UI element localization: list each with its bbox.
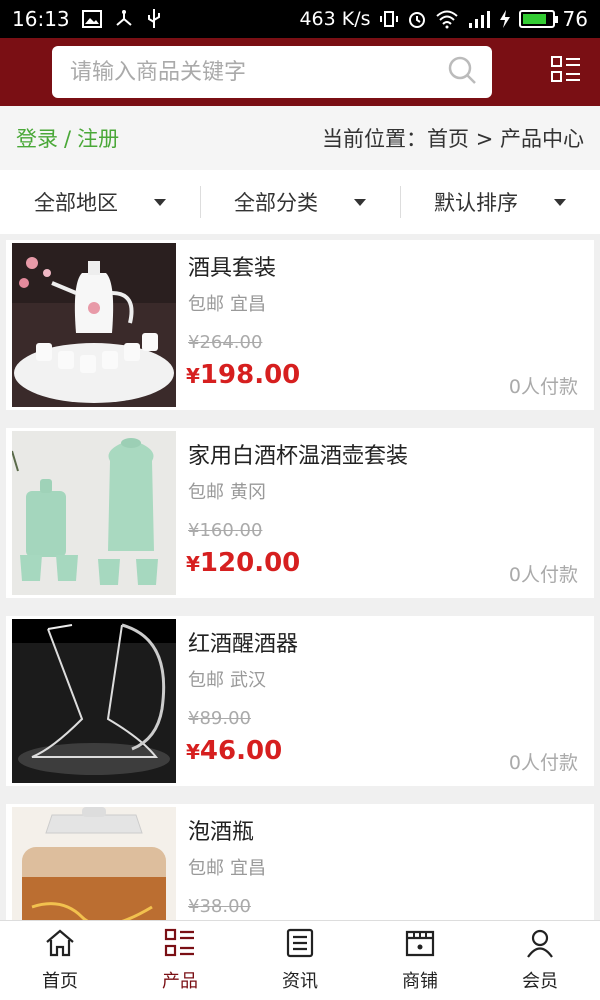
product-meta: 包邮 宜昌 <box>188 854 580 880</box>
product-info: 泡酒瓶 包邮 宜昌 ¥38.00 <box>176 804 594 920</box>
paid-count: 0人付款 <box>508 564 578 586</box>
tab-products[interactable]: 产品 <box>120 921 240 1000</box>
header <box>0 38 600 106</box>
product-item[interactable]: 酒具套装 包邮 宜昌 ¥264.00 ¥198.00 0人付款 <box>6 240 594 410</box>
menu-grid-icon <box>550 55 582 89</box>
wifi-icon <box>435 9 459 29</box>
auth-links: 登录 / 注册 <box>16 123 119 153</box>
shipping-tag: 包邮 <box>188 482 224 503</box>
tab-stores[interactable]: 商铺 <box>360 921 480 1000</box>
shipping-tag: 包邮 <box>188 858 224 879</box>
image-icon <box>81 10 102 28</box>
tab-label: 产品 <box>162 971 198 992</box>
currency-symbol: ¥ <box>186 364 200 388</box>
tab-label: 首页 <box>42 971 78 992</box>
product-title[interactable]: 酒具套装 <box>188 254 580 284</box>
shipping-tag: 包邮 <box>188 670 224 691</box>
sale-price: ¥120.00 <box>186 548 300 578</box>
product-info: 家用白酒杯温酒壶套装 包邮 黄冈 ¥160.00 ¥120.00 0人付款 <box>176 428 594 598</box>
share-icon <box>114 9 134 29</box>
product-info: 红酒醒酒器 包邮 武汉 ¥89.00 ¥46.00 0人付款 <box>176 616 594 786</box>
user-icon <box>525 928 555 963</box>
auth-separator: / <box>64 127 72 151</box>
tab-member[interactable]: 会员 <box>480 921 600 1000</box>
product-image-warming-set[interactable] <box>12 431 176 595</box>
net-speed: 463 K/s <box>299 8 371 30</box>
product-title[interactable]: 红酒醒酒器 <box>188 630 580 660</box>
tab-label: 资讯 <box>282 971 318 992</box>
usb-icon <box>146 8 162 30</box>
search-box[interactable] <box>52 46 492 98</box>
signal-4g-icon <box>467 9 491 29</box>
shipping-tag: 包邮 <box>188 294 224 315</box>
sale-price: ¥46.00 <box>186 736 282 766</box>
product-title[interactable]: 泡酒瓶 <box>188 818 580 848</box>
login-link[interactable]: 登录 <box>16 127 58 151</box>
home-icon <box>44 928 76 963</box>
paid-count: 0人付款 <box>508 752 578 774</box>
product-item[interactable]: 家用白酒杯温酒壶套装 包邮 黄冈 ¥160.00 ¥120.00 0人付款 <box>6 428 594 598</box>
product-city: 武汉 <box>230 670 266 691</box>
product-item[interactable]: 红酒醒酒器 包邮 武汉 ¥89.00 ¥46.00 0人付款 <box>6 616 594 786</box>
alarm-icon <box>407 9 427 29</box>
tab-label: 会员 <box>522 971 558 992</box>
paid-count: 0人付款 <box>508 376 578 398</box>
search-icon[interactable] <box>446 54 478 90</box>
caret-down-icon <box>554 198 566 206</box>
product-meta: 包邮 黄冈 <box>188 478 580 504</box>
filter-category[interactable]: 全部分类 <box>200 170 400 234</box>
filter-label: 全部地区 <box>34 191 118 215</box>
product-image-decanter[interactable] <box>12 619 176 783</box>
news-icon <box>285 928 315 963</box>
filter-sort[interactable]: 默认排序 <box>400 170 600 234</box>
currency-symbol: ¥ <box>186 740 200 764</box>
caret-down-icon <box>154 198 166 206</box>
filter-region[interactable]: 全部地区 <box>0 170 200 234</box>
currency-symbol: ¥ <box>186 552 200 576</box>
sale-price: ¥198.00 <box>186 360 300 390</box>
breadcrumb-bar: 登录 / 注册 当前位置：首页 > 产品中心 <box>0 106 600 170</box>
product-list: 酒具套装 包邮 宜昌 ¥264.00 ¥198.00 0人付款 家用白酒杯温酒壶… <box>0 234 600 920</box>
caret-down-icon <box>354 198 366 206</box>
register-link[interactable]: 注册 <box>77 127 119 151</box>
tab-label: 商铺 <box>402 971 438 992</box>
product-item[interactable]: 泡酒瓶 包邮 宜昌 ¥38.00 <box>6 804 594 920</box>
battery-icon <box>518 10 558 28</box>
original-price: ¥264.00 <box>188 332 263 353</box>
product-title[interactable]: 家用白酒杯温酒壶套装 <box>188 442 580 472</box>
status-time: 16:13 <box>12 7 70 31</box>
product-meta: 包邮 武汉 <box>188 666 580 692</box>
filter-bar: 全部地区 全部分类 默认排序 <box>0 170 600 234</box>
product-image-infusion-jar[interactable] <box>12 807 176 920</box>
battery-level: 76 <box>562 7 588 31</box>
product-city: 宜昌 <box>230 858 266 879</box>
tab-news[interactable]: 资讯 <box>240 921 360 1000</box>
category-menu-button[interactable] <box>548 54 584 90</box>
price-value: 198.00 <box>199 360 301 390</box>
charging-icon <box>499 9 511 29</box>
product-info: 酒具套装 包邮 宜昌 ¥264.00 ¥198.00 0人付款 <box>176 240 594 410</box>
search-input[interactable] <box>70 59 446 85</box>
grid-list-icon <box>164 928 196 963</box>
status-bar: 16:13 463 K/s 76 <box>0 0 600 38</box>
original-price: ¥38.00 <box>188 896 251 917</box>
bottom-tab-bar: 首页 产品 资讯 商铺 会员 <box>0 920 600 1000</box>
product-meta: 包邮 宜昌 <box>188 290 580 316</box>
vibrate-icon <box>379 9 399 29</box>
filter-label: 全部分类 <box>234 191 318 215</box>
price-value: 120.00 <box>199 548 301 578</box>
filter-label: 默认排序 <box>434 191 518 215</box>
price-value: 46.00 <box>199 736 283 766</box>
product-city: 宜昌 <box>230 294 266 315</box>
product-image-wine-set[interactable] <box>12 243 176 407</box>
original-price: ¥160.00 <box>188 520 263 541</box>
original-price: ¥89.00 <box>188 708 251 729</box>
product-city: 黄冈 <box>230 482 266 503</box>
tab-home[interactable]: 首页 <box>0 921 120 1000</box>
store-icon <box>404 928 436 963</box>
breadcrumb: 当前位置：首页 > 产品中心 <box>322 127 584 151</box>
